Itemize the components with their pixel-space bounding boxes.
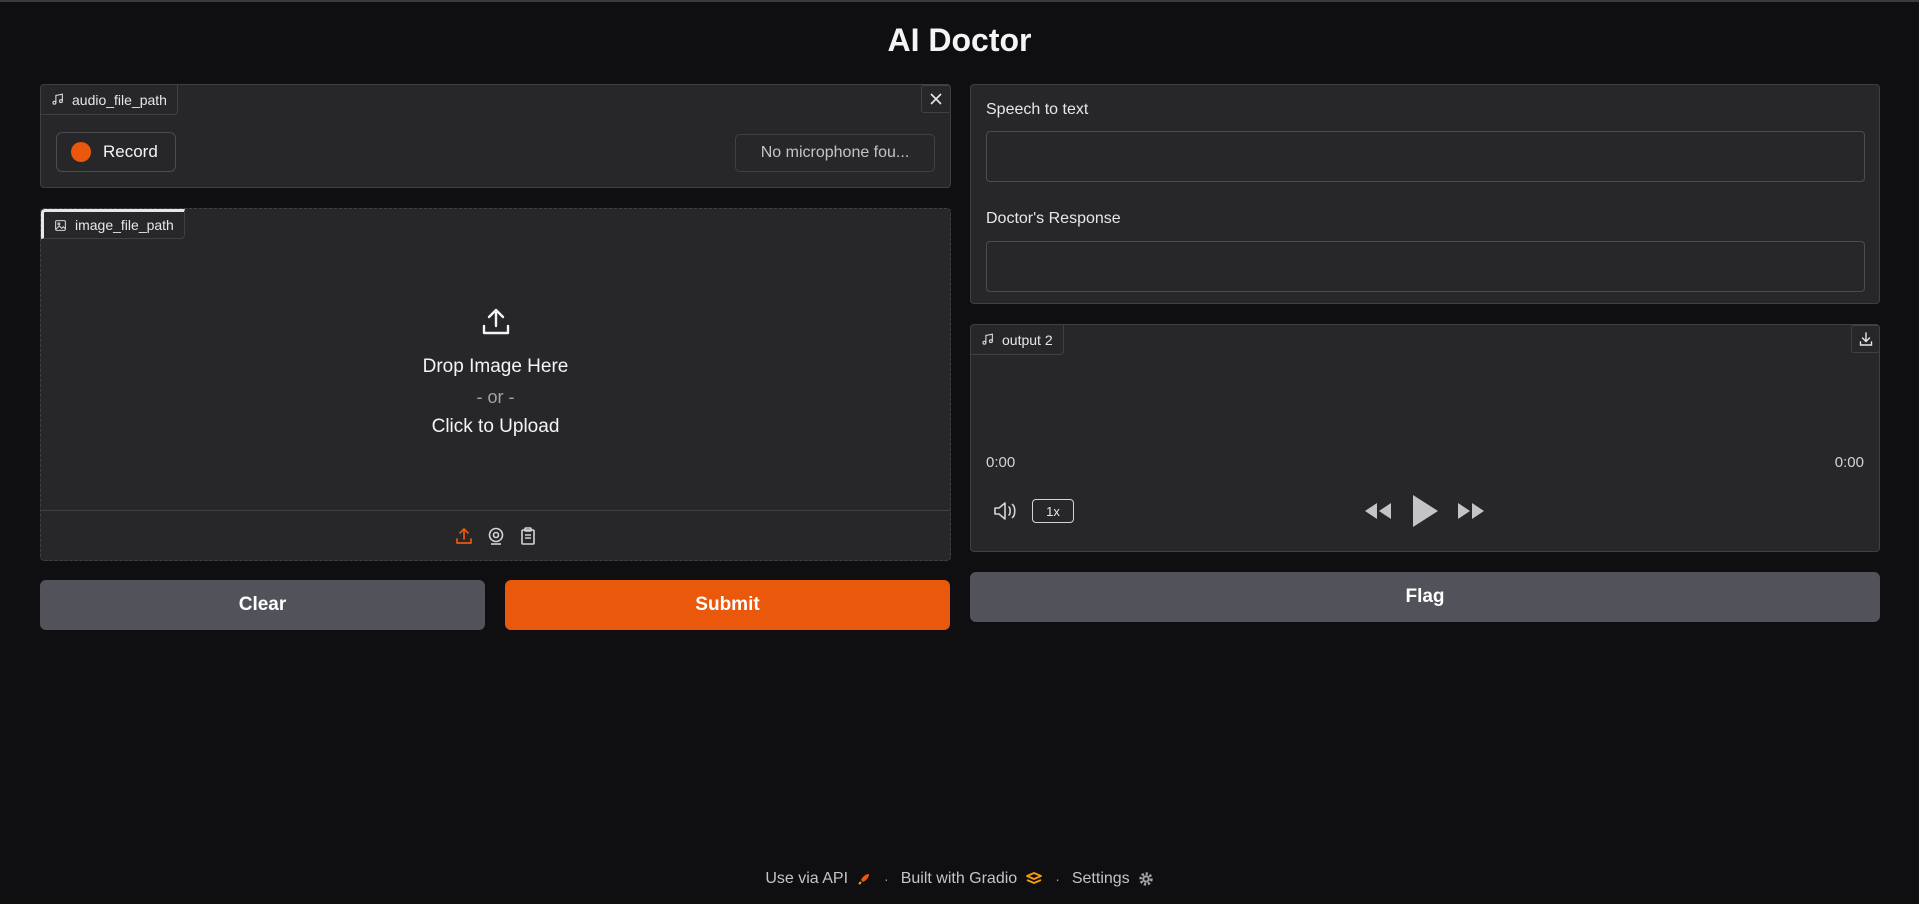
record-button[interactable]: Record [56,132,176,172]
microphone-select[interactable]: No microphone fou... [735,134,935,172]
playback-speed-button[interactable]: 1x [1032,499,1074,523]
footer-separator: · [884,871,889,887]
clear-button-label: Clear [238,594,287,615]
image-input-label-tag: image_file_path [41,209,185,239]
audio-output-label-tag: output 2 [971,325,1064,355]
submit-button[interactable]: Submit [505,580,950,630]
flag-button-label: Flag [1405,586,1445,607]
drop-image-text: Drop Image Here [422,356,569,377]
speech-to-text-field[interactable] [986,131,1865,182]
download-audio-button[interactable] [1851,325,1880,353]
image-icon [55,219,66,231]
upload-icon [482,308,509,335]
gradio-logo-icon [1026,872,1043,884]
close-icon [930,93,942,105]
total-time: 0:00 [1834,454,1864,471]
fast-forward-icon [1458,503,1484,519]
footer: Use via API · Built with Gradio · Settin… [0,870,1919,888]
volume-icon [994,502,1016,520]
built-with-gradio-label: Built with Gradio [900,870,1018,887]
image-input-label: image_file_path [75,217,174,233]
image-upload-dropzone[interactable]: Drop Image Here - or - Click to Upload [41,239,950,509]
webcam-icon [488,527,503,545]
or-text: - or - [476,387,515,407]
doctor-response-label: Doctor's Response [986,210,1121,227]
play-button[interactable] [1410,493,1440,529]
clear-audio-button[interactable] [921,85,951,113]
text-outputs-panel: Speech to text Doctor's Response [970,84,1880,304]
audio-output-label: output 2 [1002,331,1053,348]
click-to-upload-text: Click to Upload [431,416,560,437]
image-source-toolbar [41,510,950,561]
settings-label: Settings [1071,870,1130,887]
rewind-button[interactable] [1363,501,1393,521]
top-border [0,0,1919,2]
rewind-icon [1365,503,1391,519]
use-via-api-link[interactable]: Use via API [765,870,872,888]
clipboard-source-button[interactable] [518,526,538,546]
settings-link[interactable]: Settings [1072,870,1154,888]
image-input-panel: image_file_path Drop Image Here - or - C… [40,208,951,561]
audio-output-panel: output 2 0:00 0:00 1x [970,324,1880,552]
download-icon [1859,332,1872,346]
clipboard-icon [520,527,535,545]
volume-button[interactable] [992,500,1020,522]
music-note-icon [52,93,63,105]
microphone-select-value: No microphone fou... [760,144,910,161]
flag-button[interactable]: Flag [970,572,1880,622]
audio-input-label: audio_file_path [72,91,167,108]
gear-icon [1138,872,1153,886]
page-title: AI Doctor [887,22,1032,58]
record-label: Record [103,142,158,161]
current-time: 0:00 [986,454,1016,471]
footer-separator: · [1055,871,1060,887]
fast-forward-button[interactable] [1456,501,1486,521]
speech-to-text-label: Speech to text [986,101,1089,118]
rocket-icon [858,874,870,885]
upload-source-button[interactable] [454,526,474,546]
music-note-icon [982,333,993,345]
use-via-api-label: Use via API [765,870,849,887]
submit-button-label: Submit [695,594,760,615]
built-with-gradio-link[interactable]: Built with Gradio [901,870,1044,888]
playback-speed-value: 1x [1046,503,1060,519]
record-dot-icon [71,142,91,162]
doctor-response-field[interactable] [986,241,1865,292]
webcam-source-button[interactable] [486,526,506,546]
clear-button[interactable]: Clear [40,580,485,630]
play-icon [1413,495,1438,527]
audio-input-label-tag: audio_file_path [41,85,178,115]
upload-icon [455,528,472,544]
audio-input-panel: audio_file_path Record No microphone fou… [40,84,951,188]
